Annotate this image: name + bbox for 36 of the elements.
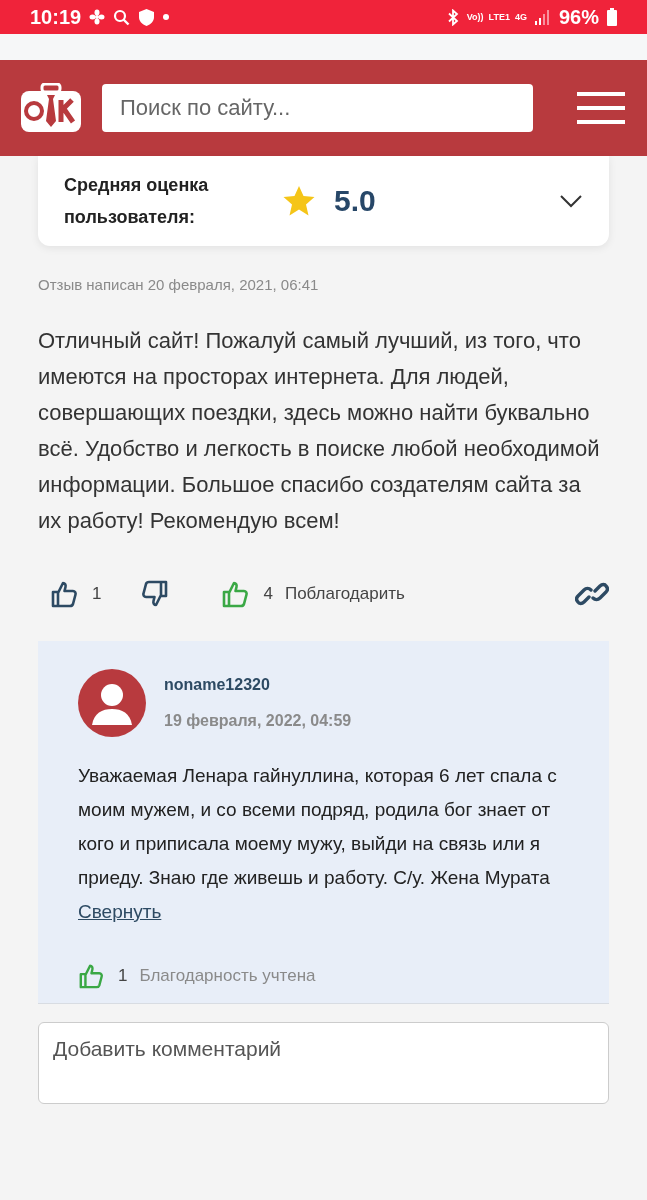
star-icon xyxy=(282,185,316,217)
search-field[interactable]: Поиск по сайту... xyxy=(102,84,533,132)
battery-percent: 96% xyxy=(558,5,599,29)
signal-icon xyxy=(534,9,551,25)
avatar-icon xyxy=(78,669,146,737)
like-count: 1 xyxy=(92,584,102,604)
shield-icon xyxy=(138,7,156,27)
battery-icon xyxy=(607,8,617,26)
comment-date: 19 февраля, 2022, 04:59 xyxy=(164,712,352,730)
comment-field[interactable]: Добавить комментарий xyxy=(38,1022,609,1104)
logo-icon[interactable] xyxy=(20,83,82,133)
thumbs-up-icon[interactable] xyxy=(50,580,78,608)
thanks-status: Благодарность учтена xyxy=(139,966,316,986)
review-text: Отличный сайт! Пожалуй самый лучший, из того, что имеются на просторах интернета. Для людей, совершающих поездки, здесь можно найти буквально всё. Удобство и легкость в поиске любой необходимой информации. Большое спасибо создателям сайта за их работу! Рекомендую всем! xyxy=(38,327,601,535)
rating-label: Средняя оценка пользователя: xyxy=(64,174,210,229)
thank-link[interactable]: Поблагодарить xyxy=(284,584,575,604)
network-label: 4G xyxy=(514,12,527,22)
rating-value: 5.0 xyxy=(334,184,377,218)
thumbs-down-icon[interactable] xyxy=(141,580,170,608)
collapse-link[interactable]: Свернуть xyxy=(78,901,162,922)
menu-icon[interactable] xyxy=(577,90,625,126)
thanks-count: 1 xyxy=(118,966,128,986)
thumbs-up-icon[interactable] xyxy=(221,580,250,608)
search-icon xyxy=(113,8,131,26)
bluetooth-icon xyxy=(446,8,459,26)
network-label: LTE1 xyxy=(488,12,510,22)
comment-text: Уважаемая Ленара гайнуллина, которая 6 лет спала с моим мужем, и со всеми подряд, родила бог знает от кого и приписала моему мужу, выйди на связь или я приеду. Знаю где живешь и работу. С/у. Жена Мурата Свернуть xyxy=(78,764,558,924)
thumbs-up-icon[interactable] xyxy=(78,963,104,989)
review-date: Отзыв написан 20 февраля, 2021, 06:41 xyxy=(38,276,320,293)
dot-icon xyxy=(163,14,170,20)
comment-author[interactable]: noname12320 xyxy=(164,676,352,694)
thanks-count: 4 xyxy=(263,584,273,604)
chevron-icon[interactable] xyxy=(559,194,583,208)
clock: 10:19 xyxy=(30,5,82,29)
network-label: Vo)) xyxy=(466,12,484,22)
fan-icon xyxy=(89,9,106,25)
